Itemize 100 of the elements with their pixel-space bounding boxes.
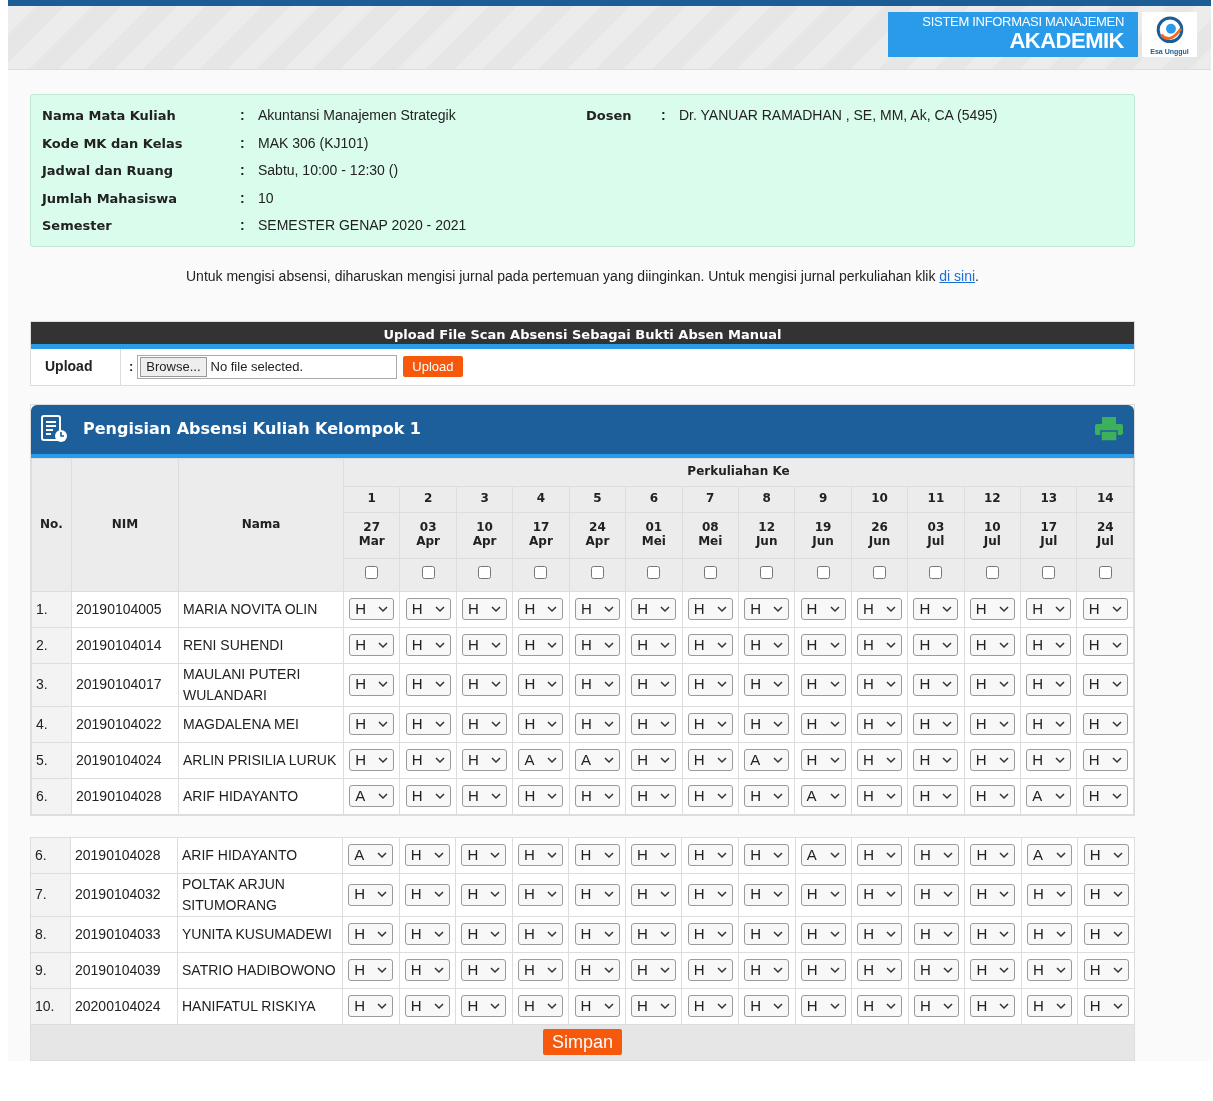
attendance-dropdown[interactable]: H [744,995,790,1018]
attendance-dropdown[interactable]: H [744,673,790,696]
attendance-dropdown[interactable]: H [574,673,620,696]
attendance-dropdown[interactable]: H [349,673,395,696]
attendance-dropdown[interactable]: H [857,749,902,772]
attendance-dropdown[interactable]: H [462,713,508,736]
attendance-dropdown[interactable]: H [1026,598,1072,621]
attendance-dropdown[interactable]: H [631,749,677,772]
attendance-dropdown[interactable]: H [687,785,733,808]
column-checkbox[interactable] [1042,566,1056,580]
attendance-dropdown[interactable]: H [969,785,1015,808]
attendance-dropdown[interactable]: H [687,883,733,906]
attendance-dropdown[interactable]: H [970,959,1016,982]
attendance-dropdown[interactable]: H [857,923,903,946]
attendance-dropdown[interactable]: H [913,634,959,657]
attendance-dropdown[interactable]: H [348,923,394,946]
attendance-dropdown[interactable]: H [970,883,1016,906]
attendance-dropdown[interactable]: H [462,598,508,621]
attendance-dropdown[interactable]: H [518,598,564,621]
attendance-dropdown[interactable]: A [349,785,395,808]
attendance-dropdown[interactable]: H [687,995,733,1018]
attendance-dropdown[interactable]: H [574,634,620,657]
attendance-dropdown[interactable]: H [1082,634,1128,657]
attendance-dropdown[interactable]: H [1027,883,1073,906]
attendance-dropdown[interactable]: H [1027,959,1073,982]
attendance-dropdown[interactable]: H [800,995,846,1018]
attendance-dropdown[interactable]: H [574,883,620,906]
attendance-dropdown[interactable]: H [631,959,677,982]
attendance-dropdown[interactable]: A [348,844,394,867]
attendance-dropdown[interactable]: H [969,598,1015,621]
attendance-dropdown[interactable]: H [913,995,959,1018]
attendance-dropdown[interactable]: H [913,785,959,808]
attendance-dropdown[interactable]: H [970,995,1016,1018]
column-checkbox[interactable] [590,566,604,580]
attendance-dropdown[interactable]: H [913,749,959,772]
attendance-dropdown[interactable]: H [857,713,902,736]
attendance-dropdown[interactable]: H [461,959,507,982]
attendance-dropdown[interactable]: H [913,844,959,867]
attendance-dropdown[interactable]: H [462,785,508,808]
attendance-dropdown[interactable]: H [687,713,733,736]
attendance-dropdown[interactable]: H [1026,713,1072,736]
attendance-dropdown[interactable]: H [405,673,451,696]
attendance-dropdown[interactable]: A [1027,844,1073,867]
attendance-dropdown[interactable]: H [913,713,959,736]
attendance-dropdown[interactable]: H [1026,634,1072,657]
attendance-dropdown[interactable]: H [404,844,450,867]
attendance-dropdown[interactable]: H [913,883,959,906]
attendance-dropdown[interactable]: H [574,844,620,867]
attendance-dropdown[interactable]: H [687,634,733,657]
attendance-dropdown[interactable]: H [518,673,564,696]
attendance-dropdown[interactable]: H [913,673,959,696]
attendance-dropdown[interactable]: H [744,713,790,736]
column-checkbox[interactable] [478,566,492,580]
attendance-dropdown[interactable]: H [631,844,677,867]
column-checkbox[interactable] [816,566,830,580]
attendance-dropdown[interactable]: H [1082,749,1128,772]
attendance-dropdown[interactable]: H [405,749,451,772]
attendance-dropdown[interactable]: H [970,844,1016,867]
attendance-dropdown[interactable]: H [1026,673,1072,696]
attendance-dropdown[interactable]: H [517,844,563,867]
attendance-dropdown[interactable]: H [631,634,677,657]
attendance-dropdown[interactable]: H [1082,785,1128,808]
attendance-dropdown[interactable]: H [857,844,903,867]
attendance-dropdown[interactable]: H [800,713,846,736]
attendance-dropdown[interactable]: H [1083,883,1129,906]
attendance-dropdown[interactable]: H [687,598,733,621]
attendance-dropdown[interactable]: H [349,598,395,621]
attendance-dropdown[interactable]: H [405,785,451,808]
attendance-dropdown[interactable]: A [574,749,620,772]
attendance-dropdown[interactable]: H [1027,995,1073,1018]
attendance-dropdown[interactable]: H [517,883,563,906]
attendance-dropdown[interactable]: A [518,749,564,772]
attendance-dropdown[interactable]: H [800,883,846,906]
attendance-dropdown[interactable]: H [800,673,846,696]
attendance-dropdown[interactable]: H [349,749,395,772]
attendance-dropdown[interactable]: H [461,883,507,906]
attendance-dropdown[interactable]: H [462,673,508,696]
attendance-dropdown[interactable]: H [517,923,563,946]
attendance-dropdown[interactable]: H [913,598,959,621]
attendance-dropdown[interactable]: H [969,749,1015,772]
attendance-dropdown[interactable]: H [744,883,790,906]
attendance-dropdown[interactable]: H [744,634,790,657]
attendance-dropdown[interactable]: H [518,785,564,808]
attendance-dropdown[interactable]: H [970,923,1016,946]
attendance-dropdown[interactable]: H [631,713,677,736]
attendance-dropdown[interactable]: H [744,959,790,982]
attendance-dropdown[interactable]: H [1027,923,1073,946]
print-icon[interactable] [1094,416,1124,442]
attendance-dropdown[interactable]: H [1082,713,1128,736]
attendance-dropdown[interactable]: H [405,598,451,621]
attendance-dropdown[interactable]: H [462,634,508,657]
attendance-dropdown[interactable]: H [687,844,733,867]
attendance-dropdown[interactable]: H [857,995,903,1018]
attendance-dropdown[interactable]: H [404,959,450,982]
attendance-dropdown[interactable]: H [1083,844,1129,867]
attendance-dropdown[interactable]: H [1082,598,1128,621]
column-checkbox[interactable] [647,566,661,580]
column-checkbox[interactable] [365,566,379,580]
attendance-dropdown[interactable]: H [631,673,677,696]
column-checkbox[interactable] [760,566,774,580]
